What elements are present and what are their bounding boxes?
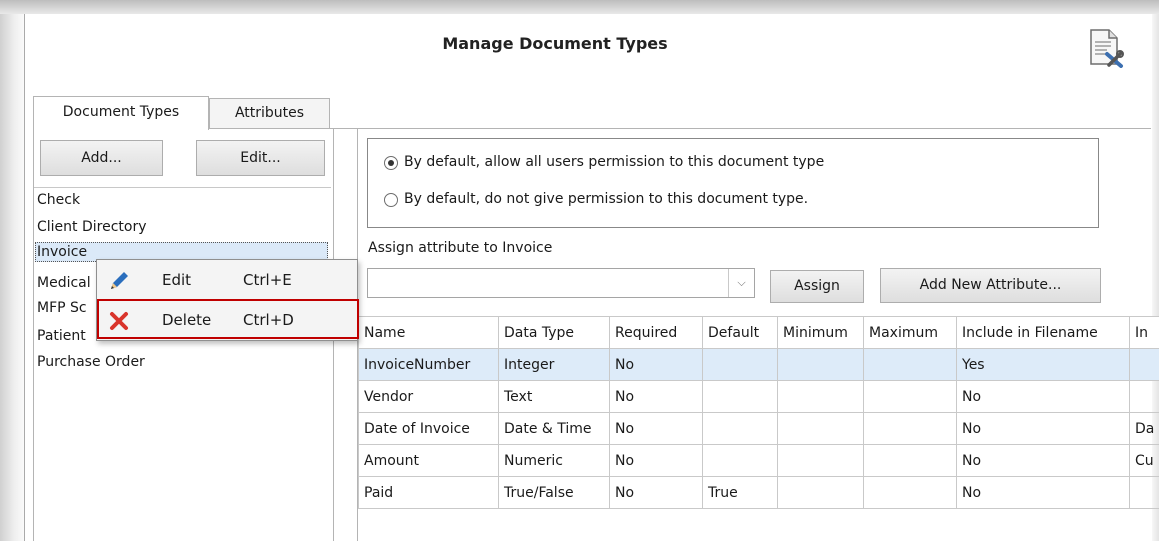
edit-button[interactable]: Edit... bbox=[196, 140, 325, 176]
dialog-title: Manage Document Types bbox=[0, 34, 1110, 53]
permission-group bbox=[367, 138, 1099, 228]
add-button[interactable]: Add... bbox=[40, 140, 163, 176]
column-header-minimum[interactable]: Minimum bbox=[778, 317, 864, 349]
table-cell bbox=[778, 477, 864, 509]
add-new-attribute-button[interactable]: Add New Attribute... bbox=[880, 268, 1101, 303]
document-settings-icon bbox=[1087, 28, 1125, 68]
table-row[interactable]: InvoiceNumber Integer No Yes bbox=[359, 349, 1159, 381]
column-header-default[interactable]: Default bbox=[703, 317, 778, 349]
table-cell: No bbox=[610, 477, 703, 509]
red-x-icon bbox=[107, 309, 131, 333]
list-item[interactable]: Medical bbox=[37, 275, 91, 291]
table-cell bbox=[864, 445, 957, 477]
list-item[interactable]: Client Directory bbox=[37, 219, 147, 235]
context-menu-delete-shortcut: Ctrl+D bbox=[243, 311, 294, 329]
column-header-include-in-filename[interactable]: Include in Filename bbox=[957, 317, 1130, 349]
context-menu: Edit Ctrl+E Delete Ctrl+D bbox=[96, 259, 358, 341]
table-cell: No bbox=[610, 349, 703, 381]
table-cell: Da bbox=[1130, 413, 1159, 445]
table-cell bbox=[703, 349, 778, 381]
table-cell bbox=[703, 381, 778, 413]
table-cell: Vendor bbox=[359, 381, 499, 413]
grid-header-row: Name Data Type Required Default Minimum … bbox=[359, 317, 1159, 349]
table-cell: True/False bbox=[499, 477, 610, 509]
table-cell bbox=[1130, 381, 1159, 413]
table-cell: Yes bbox=[957, 349, 1130, 381]
table-cell: Numeric bbox=[499, 445, 610, 477]
attribute-grid: Name Data Type Required Default Minimum … bbox=[358, 316, 1159, 541]
context-menu-delete[interactable]: Delete Ctrl+D bbox=[97, 303, 357, 337]
list-item[interactable]: Patient bbox=[37, 328, 86, 344]
document-type-list: Check Client Directory Invoice Medical M… bbox=[34, 187, 331, 542]
table-cell: True bbox=[703, 477, 778, 509]
table-cell: Text bbox=[499, 381, 610, 413]
table-cell: No bbox=[957, 381, 1130, 413]
assign-button[interactable]: Assign bbox=[770, 270, 864, 303]
table-cell: No bbox=[957, 413, 1130, 445]
column-header-maximum[interactable]: Maximum bbox=[864, 317, 957, 349]
table-row[interactable]: Amount Numeric No No Cu bbox=[359, 445, 1159, 477]
chevron-down-icon[interactable]: ⌵ bbox=[728, 269, 754, 297]
table-cell: Amount bbox=[359, 445, 499, 477]
table-cell: Paid bbox=[359, 477, 499, 509]
table-cell: No bbox=[610, 445, 703, 477]
context-menu-edit[interactable]: Edit Ctrl+E bbox=[97, 263, 357, 297]
table-cell bbox=[1130, 477, 1159, 509]
table-cell bbox=[703, 413, 778, 445]
context-menu-delete-label: Delete bbox=[162, 311, 211, 329]
list-item[interactable]: Check bbox=[37, 192, 80, 208]
tab-document-types[interactable]: Document Types bbox=[33, 96, 209, 130]
column-header-truncated[interactable]: In bbox=[1130, 317, 1159, 349]
table-cell bbox=[864, 349, 957, 381]
column-header-required[interactable]: Required bbox=[610, 317, 703, 349]
deny-radio[interactable] bbox=[384, 193, 398, 207]
table-cell: Cu bbox=[1130, 445, 1159, 477]
deny-radio-label[interactable]: By default, do not give permission to th… bbox=[404, 191, 808, 207]
column-header-data-type[interactable]: Data Type bbox=[499, 317, 610, 349]
table-cell: No bbox=[957, 477, 1130, 509]
table-cell bbox=[1130, 349, 1159, 381]
allow-radio-label[interactable]: By default, allow all users permission t… bbox=[404, 154, 824, 170]
table-row[interactable]: Vendor Text No No bbox=[359, 381, 1159, 413]
table-row[interactable]: Paid True/False No True No bbox=[359, 477, 1159, 509]
table-cell bbox=[864, 413, 957, 445]
table-cell bbox=[703, 445, 778, 477]
list-item[interactable]: MFP Sc bbox=[37, 300, 87, 316]
table-cell bbox=[778, 381, 864, 413]
tab-attributes[interactable]: Attributes bbox=[209, 98, 330, 128]
assign-attribute-label: Assign attribute to Invoice bbox=[368, 240, 552, 256]
window-left-edge bbox=[0, 14, 24, 541]
table-row[interactable]: Date of Invoice Date & Time No No Da bbox=[359, 413, 1159, 445]
pencil-icon bbox=[107, 269, 131, 293]
table-cell: No bbox=[957, 445, 1130, 477]
window-top-edge bbox=[0, 0, 1159, 14]
table-cell bbox=[778, 445, 864, 477]
table-cell: No bbox=[610, 381, 703, 413]
column-header-name[interactable]: Name bbox=[359, 317, 499, 349]
table-cell bbox=[864, 381, 957, 413]
attribute-combo[interactable]: ⌵ bbox=[367, 268, 755, 298]
allow-radio[interactable] bbox=[384, 156, 398, 170]
table-cell bbox=[778, 413, 864, 445]
context-menu-edit-shortcut: Ctrl+E bbox=[243, 271, 292, 289]
context-menu-edit-label: Edit bbox=[162, 271, 191, 289]
list-item[interactable]: Purchase Order bbox=[37, 354, 145, 370]
table-cell: Date & Time bbox=[499, 413, 610, 445]
table-cell: Date of Invoice bbox=[359, 413, 499, 445]
table-cell: Integer bbox=[499, 349, 610, 381]
table-cell bbox=[864, 477, 957, 509]
table-cell: InvoiceNumber bbox=[359, 349, 499, 381]
table-cell bbox=[778, 349, 864, 381]
table-cell: No bbox=[610, 413, 703, 445]
